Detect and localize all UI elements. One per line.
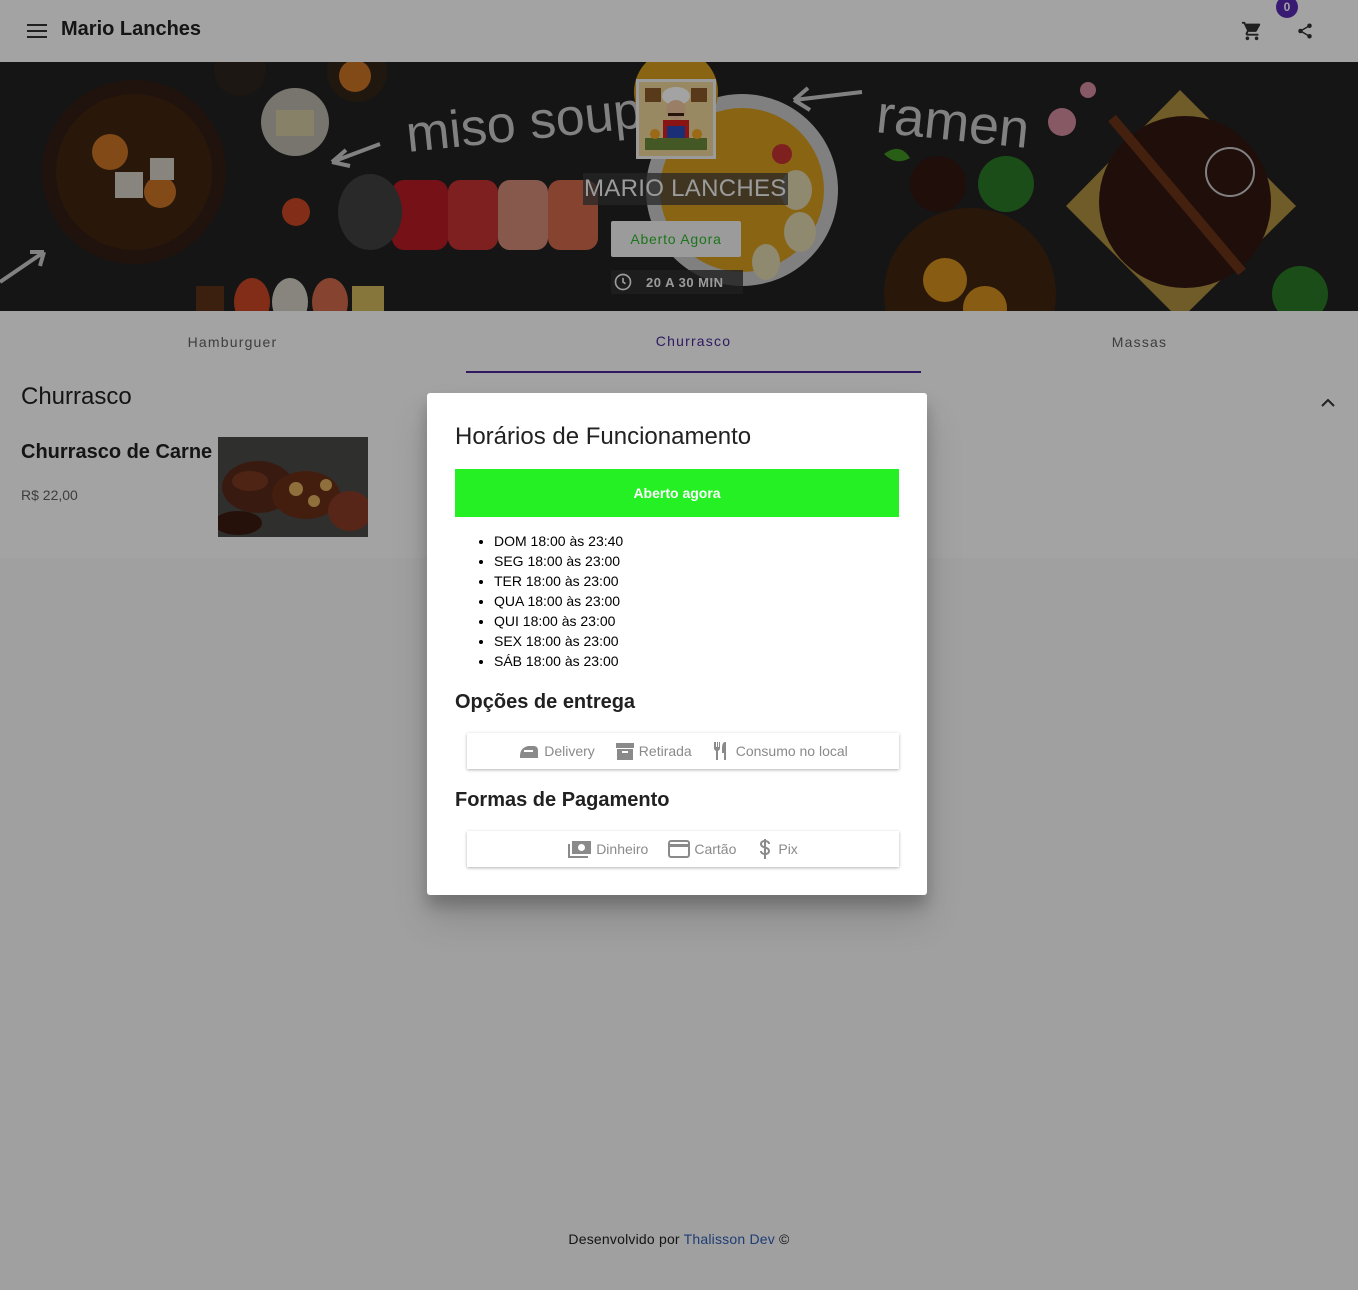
pix-option-label: Pix xyxy=(778,841,798,857)
hours-item: SÁB 18:00 às 23:00 xyxy=(494,651,623,671)
delivery-options: Delivery Retirada Consumo no local xyxy=(467,733,899,769)
hours-list: DOM 18:00 às 23:40 SEG 18:00 às 23:00 TE… xyxy=(494,531,623,671)
cash-option: Dinheiro xyxy=(568,840,648,858)
card-option-label: Cartão xyxy=(694,841,737,857)
hours-item: QUI 18:00 às 23:00 xyxy=(494,611,623,631)
box-icon xyxy=(615,741,635,761)
pickup-option-label: Retirada xyxy=(638,743,692,759)
hours-item: QUA 18:00 às 23:00 xyxy=(494,591,623,611)
hours-item: SEG 18:00 às 23:00 xyxy=(494,551,623,571)
dine-in-option: Consumo no local xyxy=(712,741,848,761)
dollar-icon xyxy=(756,839,774,859)
pix-option: Pix xyxy=(756,839,798,859)
credit-card-icon xyxy=(668,840,691,858)
payment-methods: Dinheiro Cartão Pix xyxy=(467,831,899,867)
cash-option-label: Dinheiro xyxy=(596,841,649,857)
card-option: Cartão xyxy=(668,840,736,858)
delivery-options-heading: Opções de entrega xyxy=(455,691,636,713)
hours-item: SEX 18:00 às 23:00 xyxy=(494,631,623,651)
dialog-title: Horários de Funcionamento xyxy=(455,423,752,450)
opening-hours-dialog: Horários de Funcionamento Aberto agora D… xyxy=(427,393,927,895)
delivery-icon xyxy=(518,742,540,760)
delivery-option-label: Delivery xyxy=(544,743,595,759)
hours-item: TER 18:00 às 23:00 xyxy=(494,571,623,591)
cash-icon xyxy=(568,840,592,858)
payment-methods-heading: Formas de Pagamento xyxy=(455,789,670,811)
delivery-option: Delivery xyxy=(518,742,595,760)
hours-item: DOM 18:00 às 23:40 xyxy=(494,531,623,551)
pickup-option: Retirada xyxy=(615,741,692,761)
open-status-banner: Aberto agora xyxy=(455,469,899,517)
restaurant-icon xyxy=(712,741,732,761)
dine-in-option-label: Consumo no local xyxy=(735,743,848,759)
